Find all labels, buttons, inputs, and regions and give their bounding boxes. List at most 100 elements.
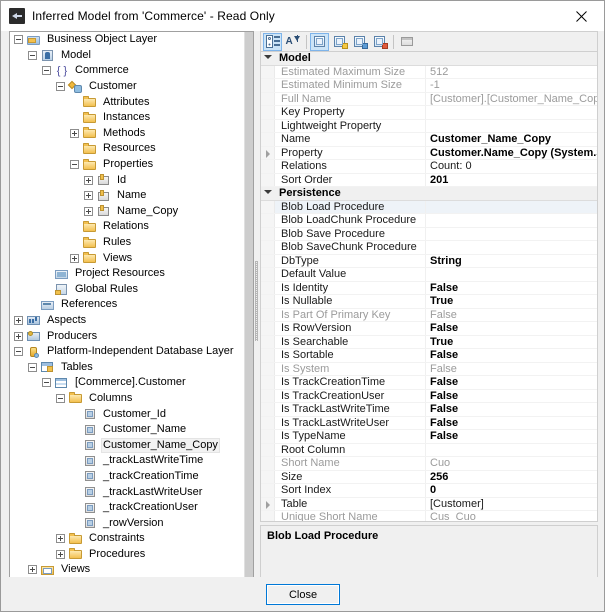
- property-category-row[interactable]: Model: [261, 52, 597, 66]
- tree-node[interactable]: _trackCreationTime: [10, 469, 244, 485]
- expand-icon[interactable]: [14, 315, 23, 325]
- property-row[interactable]: Is TrackCreationTime False: [261, 376, 597, 390]
- property-value[interactable]: False: [426, 363, 597, 376]
- property-value[interactable]: [Customer].[Customer_Name_Copy]: [426, 93, 597, 106]
- tree-node[interactable]: Id: [10, 172, 244, 188]
- tree-node[interactable]: _rowVersion: [10, 515, 244, 531]
- property-row[interactable]: Full Name [Customer].[Customer_Name_Copy]: [261, 92, 597, 106]
- tree-node[interactable]: Project Resources: [10, 266, 244, 282]
- property-value[interactable]: [426, 106, 597, 119]
- property-value[interactable]: False: [426, 390, 597, 403]
- tree-node[interactable]: Customer_Id: [10, 406, 244, 422]
- expand-icon[interactable]: [28, 565, 37, 575]
- property-row[interactable]: Unique Short Name Cus_Cuo: [261, 511, 597, 521]
- property-row[interactable]: Is TrackLastWriteTime False: [261, 403, 597, 417]
- property-value[interactable]: [Customer]: [426, 498, 597, 511]
- expand-icon[interactable]: [84, 191, 93, 201]
- tree-node[interactable]: Global Rules: [10, 282, 244, 298]
- property-row[interactable]: Is TypeName False: [261, 430, 597, 444]
- collapse-icon[interactable]: [14, 347, 23, 357]
- collapse-icon[interactable]: [42, 378, 51, 388]
- property-row[interactable]: Relations Count: 0: [261, 160, 597, 174]
- property-value[interactable]: [426, 120, 597, 133]
- tree-node[interactable]: Producers: [10, 328, 244, 344]
- expand-icon[interactable]: [70, 253, 79, 263]
- collapse-icon[interactable]: [56, 393, 65, 403]
- property-row[interactable]: Estimated Maximum Size 512: [261, 65, 597, 79]
- add-page-button[interactable]: [330, 33, 349, 51]
- new-page-button[interactable]: [370, 33, 389, 51]
- tree-node[interactable]: Views: [10, 250, 244, 266]
- property-value[interactable]: False: [426, 322, 597, 335]
- property-row[interactable]: PropertyCustomer.Name_Copy (System.Strin…: [261, 146, 597, 160]
- tree-scroll-thumb[interactable]: [245, 32, 253, 578]
- tree-node[interactable]: Model: [10, 48, 244, 64]
- property-row[interactable]: Lightweight Property: [261, 119, 597, 133]
- tree-node[interactable]: References: [10, 297, 244, 313]
- property-grid[interactable]: Model Estimated Maximum Size 512 Estimated …: [260, 51, 598, 522]
- property-value[interactable]: [426, 241, 597, 254]
- property-row[interactable]: Is Searchable True: [261, 335, 597, 349]
- tree-node[interactable]: Properties: [10, 157, 244, 173]
- property-row[interactable]: Blob Load Procedure: [261, 200, 597, 214]
- property-value[interactable]: 256: [426, 471, 597, 484]
- property-value[interactable]: True: [426, 295, 597, 308]
- tree-node[interactable]: Instances: [10, 110, 244, 126]
- property-value[interactable]: False: [426, 417, 597, 430]
- property-value[interactable]: [426, 214, 597, 227]
- tree-node[interactable]: _trackLastWriteTime: [10, 453, 244, 469]
- collapse-icon[interactable]: [56, 82, 65, 92]
- property-row[interactable]: Is TrackLastWriteUser False: [261, 416, 597, 430]
- property-value[interactable]: [426, 201, 597, 214]
- tree-node[interactable]: Business Object Layer: [10, 32, 244, 48]
- tree-node[interactable]: Customer_Name_Copy: [10, 437, 244, 453]
- chevron-down-icon[interactable]: [264, 55, 272, 59]
- property-value[interactable]: False: [426, 309, 597, 322]
- property-value[interactable]: 201: [426, 174, 597, 187]
- property-row[interactable]: Key Property: [261, 106, 597, 120]
- property-row[interactable]: Name Customer_Name_Copy: [261, 133, 597, 147]
- tree-node[interactable]: { } Commerce: [10, 63, 244, 79]
- property-value[interactable]: False: [426, 430, 597, 443]
- property-value[interactable]: [426, 444, 597, 457]
- property-row[interactable]: Blob Save Procedure: [261, 227, 597, 241]
- property-value[interactable]: False: [426, 349, 597, 362]
- property-value[interactable]: True: [426, 336, 597, 349]
- window-close-button[interactable]: [559, 1, 604, 31]
- property-row[interactable]: Root Column: [261, 443, 597, 457]
- property-value[interactable]: String: [426, 255, 597, 268]
- tree-node[interactable]: Name: [10, 188, 244, 204]
- expand-icon[interactable]: [84, 175, 93, 185]
- expand-icon[interactable]: [56, 549, 65, 559]
- property-row[interactable]: Estimated Minimum Size -1: [261, 79, 597, 93]
- property-row[interactable]: Is System False: [261, 362, 597, 376]
- tree-node[interactable]: Resources: [10, 141, 244, 157]
- tree-node[interactable]: Rules: [10, 235, 244, 251]
- property-row[interactable]: Short Name Cuo: [261, 457, 597, 471]
- expand-icon[interactable]: [70, 128, 79, 138]
- tree-node[interactable]: Customer: [10, 79, 244, 95]
- property-row[interactable]: Is Identity False: [261, 281, 597, 295]
- property-row[interactable]: Is RowVersion False: [261, 322, 597, 336]
- property-value[interactable]: Count: 0: [426, 160, 597, 173]
- close-button[interactable]: Close: [266, 584, 340, 605]
- edit-page-button[interactable]: [350, 33, 369, 51]
- property-row[interactable]: Blob LoadChunk Procedure: [261, 214, 597, 228]
- chevron-right-icon[interactable]: [266, 500, 270, 509]
- property-value[interactable]: [426, 228, 597, 241]
- tree-scroll-area[interactable]: Business Object Layer Model { } Commerce Cus…: [10, 32, 244, 578]
- tree-node[interactable]: Aspects: [10, 313, 244, 329]
- property-row[interactable]: Default Value: [261, 268, 597, 282]
- property-row[interactable]: Table [Customer]: [261, 497, 597, 511]
- expand-icon[interactable]: [14, 331, 23, 341]
- property-row-gutter[interactable]: [261, 52, 275, 65]
- collapse-icon[interactable]: [28, 362, 37, 372]
- expand-icon[interactable]: [84, 206, 93, 216]
- property-value[interactable]: False: [426, 403, 597, 416]
- tree-node[interactable]: Attributes: [10, 94, 244, 110]
- property-row[interactable]: Is TrackCreationUser False: [261, 389, 597, 403]
- tree-node[interactable]: Constraints: [10, 531, 244, 547]
- collapse-icon[interactable]: [42, 66, 51, 76]
- tree-node[interactable]: Customer_Name: [10, 422, 244, 438]
- collapse-icon[interactable]: [70, 160, 79, 170]
